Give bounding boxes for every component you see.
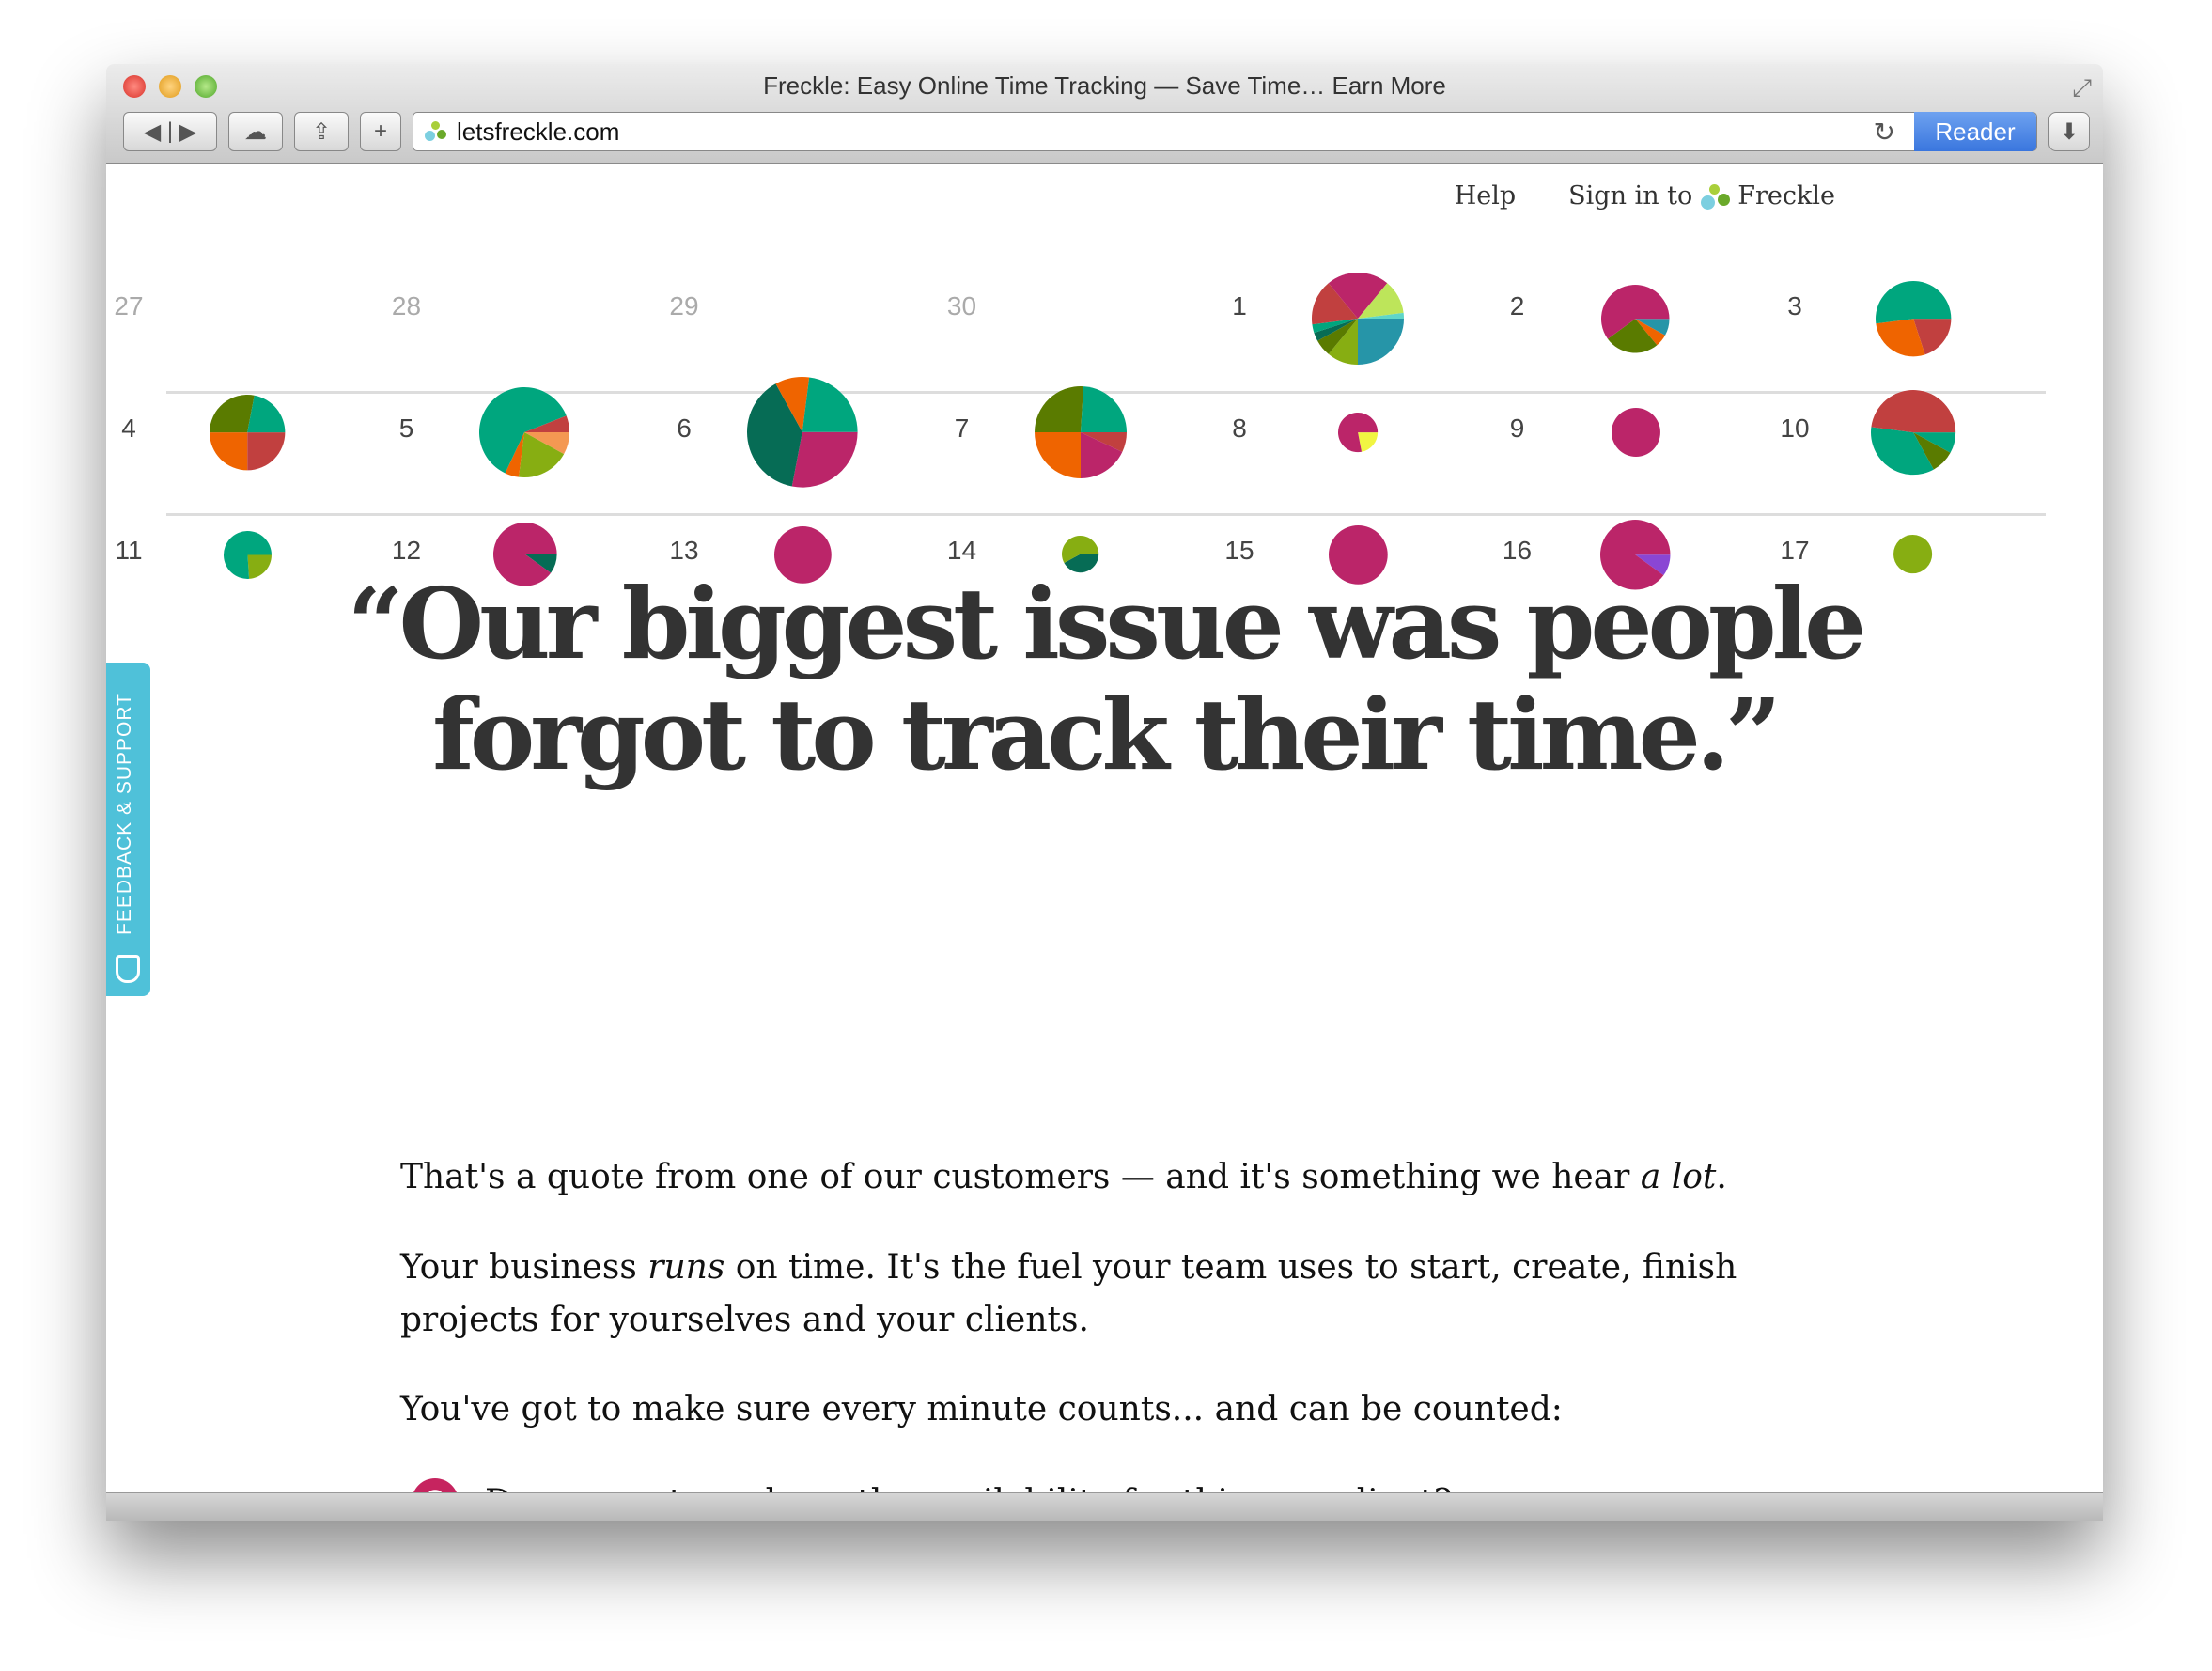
calendar-day[interactable]: 4	[110, 394, 387, 536]
day-number: 7	[954, 414, 970, 443]
day-time-pie[interactable]	[1337, 412, 1379, 453]
day-number: 10	[1780, 414, 1810, 443]
day-number: 29	[669, 291, 699, 320]
day-time-pie[interactable]	[1034, 385, 1128, 479]
day-number: 12	[391, 536, 422, 565]
paragraph-2: Your business runs on time. It's the fue…	[400, 1242, 1866, 1347]
icloud-tabs-button[interactable]: ☁	[228, 112, 283, 151]
p1-text: That's a quote from one of our customers…	[400, 1158, 1641, 1196]
day-number: 17	[1780, 536, 1810, 565]
day-number: 5	[398, 414, 414, 443]
headline-line-2: forgot to track their time.”	[432, 677, 1782, 792]
forward-icon[interactable]: ▶	[179, 118, 196, 146]
day-number: 1	[1232, 291, 1247, 320]
page-content: Help Sign in to Freckle 27 28 29 30 1 2 3 4 5 6 7 8…	[106, 164, 2103, 1521]
share-button[interactable]: ⇪	[294, 112, 349, 151]
day-number: 28	[391, 291, 422, 320]
calendar-day[interactable]: 1	[1221, 273, 1498, 414]
reader-button[interactable]: Reader	[1914, 112, 2036, 151]
pie-slice	[1034, 432, 1081, 478]
pie-slice	[1611, 408, 1660, 457]
calendar-day[interactable]: 9	[1499, 408, 1776, 536]
day-time-pie[interactable]	[1611, 407, 1661, 458]
day-time-pie[interactable]	[746, 376, 859, 489]
day-number: 6	[677, 414, 692, 443]
reload-icon[interactable]: ↻	[1874, 117, 1895, 148]
add-bookmark-button[interactable]: +	[360, 112, 401, 151]
plus-icon: +	[373, 118, 387, 144]
address-bar[interactable]: letsfreckle.com ↻ Reader	[413, 112, 2037, 151]
day-time-pie[interactable]	[1600, 284, 1671, 354]
feedback-label: FEEDBACK & SUPPORT	[114, 692, 135, 935]
paragraph-3: You've got to make sure every minute cou…	[400, 1390, 1563, 1429]
day-number: 27	[114, 291, 144, 320]
paragraph-1: That's a quote from one of our customers…	[400, 1151, 1866, 1204]
pie-slice	[209, 432, 247, 471]
pie-slice	[1875, 280, 1952, 324]
browser-window: Freckle: Easy Online Time Tracking — Sav…	[106, 64, 2103, 1521]
headline-line-1: “Our biggest issue was people	[347, 566, 1867, 681]
back-icon[interactable]: ◀	[144, 118, 161, 146]
calendar-day[interactable]: 7	[943, 386, 1221, 536]
day-number: 14	[946, 536, 977, 565]
cloud-icon: ☁	[244, 118, 267, 145]
day-time-pie[interactable]	[1875, 280, 1952, 357]
day-number: 11	[115, 536, 143, 565]
p2-emphasis: runs	[647, 1248, 725, 1287]
window-title: Freckle: Easy Online Time Tracking — Sav…	[763, 71, 1446, 100]
p1-emphasis: a lot	[1640, 1158, 1717, 1196]
brand-name: Freckle	[1737, 181, 1835, 211]
sign-in-link[interactable]: Sign in to Freckle	[1568, 181, 1835, 211]
day-time-pie[interactable]	[1311, 272, 1405, 366]
day-time-pie[interactable]	[209, 394, 286, 471]
pie-slice	[246, 432, 286, 471]
freckle-logo-icon	[1700, 182, 1731, 211]
pie-slice	[1080, 386, 1127, 432]
help-link[interactable]: Help	[1455, 181, 1516, 211]
pie-slice	[1034, 386, 1083, 432]
site-favicon	[423, 119, 447, 144]
back-forward-button[interactable]: ◀ | ▶	[123, 112, 217, 151]
calendar-day[interactable]: 5	[388, 386, 665, 536]
day-number: 15	[1224, 536, 1254, 565]
day-number: 3	[1787, 291, 1802, 320]
day-number: 9	[1509, 414, 1525, 443]
feedback-cup-icon	[116, 955, 140, 983]
sign-in-label: Sign in to	[1568, 181, 1693, 211]
calendar-day[interactable]: 8	[1221, 412, 1498, 536]
day-number: 30	[946, 291, 977, 320]
share-icon: ⇪	[311, 118, 332, 145]
p1-period: .	[1716, 1158, 1727, 1196]
downloads-button[interactable]: ⬇	[2048, 112, 2090, 151]
pie-slice	[209, 394, 255, 433]
pie-slice	[1358, 319, 1404, 365]
headline-quote: “Our biggest issue was people forgot to t…	[106, 569, 2103, 790]
day-time-pie[interactable]	[1870, 389, 1956, 476]
pie-slice	[791, 432, 858, 488]
day-number: 16	[1502, 536, 1533, 565]
status-bar	[106, 1492, 2103, 1521]
feedback-support-tab[interactable]: FEEDBACK & SUPPORT	[106, 663, 150, 996]
calendar-day[interactable]: 6	[665, 377, 942, 536]
day-number: 4	[121, 414, 136, 443]
title-bar: Freckle: Easy Online Time Tracking — Sav…	[106, 64, 2103, 164]
pie-slice	[802, 377, 858, 433]
pie-slice	[1871, 389, 1956, 433]
fullscreen-icon[interactable]: ⤢	[2072, 73, 2092, 103]
day-time-pie[interactable]	[478, 386, 570, 478]
day-number: 13	[669, 536, 699, 565]
calendar-day[interactable]: 2	[1499, 284, 1776, 414]
download-icon: ⬇	[2059, 118, 2080, 145]
calendar-day[interactable]: 10	[1776, 389, 2053, 536]
url-text[interactable]: letsfreckle.com	[457, 117, 619, 147]
top-nav: Help Sign in to Freckle	[1455, 181, 1835, 211]
day-number: 8	[1232, 414, 1247, 443]
day-number: 2	[1509, 291, 1525, 320]
p2-text-a: Your business	[400, 1248, 648, 1287]
